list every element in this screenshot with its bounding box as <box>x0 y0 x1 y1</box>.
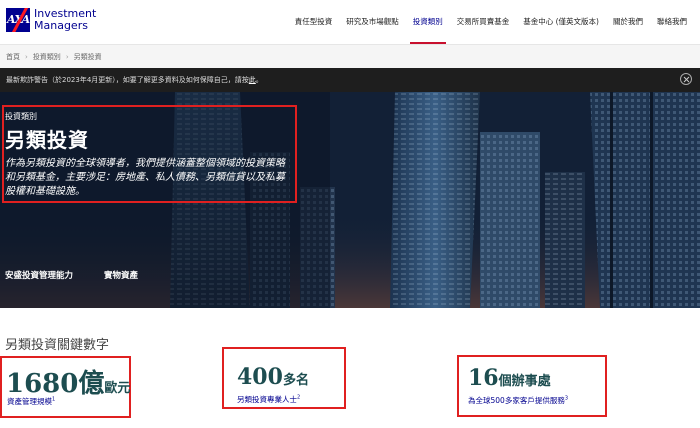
tab-real-assets[interactable]: 實物資產 <box>104 269 138 281</box>
stats-heading: 另類投資關鍵數字 <box>5 338 110 353</box>
tab-capabilities[interactable]: 安盛投資管理能力 <box>5 269 73 281</box>
stat-professionals-label-text: 另類投資專業人士 <box>237 395 297 404</box>
breadcrumb-separator-icon: › <box>65 52 69 61</box>
nav-fund-centre[interactable]: 基金中心 (僅英文版本) <box>516 0 606 44</box>
axa-im-logo[interactable]: AXA Investment Managers <box>6 8 96 32</box>
logo-line-2: Managers <box>34 19 88 32</box>
fraud-warning-text: 最新欺詐警告（於2023年4月更新），如要了解更多資料及如何保障自己，請按 <box>6 76 249 84</box>
breadcrumb-current: 另類投資 <box>73 52 102 61</box>
stat-aum-unit: 歐元 <box>104 381 131 396</box>
stat-offices-footnote[interactable]: 3 <box>565 396 568 402</box>
breadcrumb-home[interactable]: 首頁 <box>6 52 20 62</box>
page-title: 另類投資 <box>5 128 89 152</box>
nav-etf[interactable]: 交易所買賣基金 <box>450 0 517 44</box>
stat-professionals-unit: 多名 <box>282 373 309 388</box>
fraud-warning-end: 。 <box>255 76 263 84</box>
stat-offices-number: 16 <box>468 365 499 391</box>
stat-professionals-label: 另類投資專業人士2 <box>237 394 300 405</box>
stat-professionals-footnote[interactable]: 2 <box>297 395 300 401</box>
fraud-warning-bar: 最新欺詐警告（於2023年4月更新），如要了解更多資料及如何保障自己，請按此。 <box>0 68 700 92</box>
site-header: AXA Investment Managers 責任型投資 研究及市場觀點 投資… <box>0 0 700 44</box>
nav-investment-categories[interactable]: 投資類別 <box>406 0 450 44</box>
nav-responsible-investing[interactable]: 責任型投資 <box>288 0 340 44</box>
breadcrumb: 首頁 › 投資類別 › 另類投資 <box>0 44 700 68</box>
stat-aum-label-text: 資產管理規模 <box>7 397 52 406</box>
stat-offices-label: 為全球500多家客戶提供服務3 <box>468 395 568 406</box>
stat-aum-label: 資產管理規模1 <box>7 396 55 407</box>
hero-banner: 投資類別 另類投資 作為另類投資的全球領導者，我們提供涵蓋整個領域的投資策略和另… <box>0 92 700 308</box>
hero-description: 作為另類投資的全球領導者，我們提供涵蓋整個領域的投資策略和另類基金，主要涉足：房… <box>5 158 285 197</box>
fraud-warning-link[interactable]: 此 <box>249 75 256 85</box>
stat-offices-value: 16個辦事處 <box>468 365 551 391</box>
stat-professionals-number: 400 <box>237 364 283 390</box>
nav-contact-us[interactable]: 聯絡我們 <box>650 0 694 44</box>
axa-logo-icon: AXA <box>6 8 30 32</box>
close-icon[interactable] <box>680 73 692 85</box>
stat-offices-label-text: 為全球500多家客戶提供服務 <box>468 396 565 405</box>
main-nav: 責任型投資 研究及市場觀點 投資類別 交易所買賣基金 基金中心 (僅英文版本) … <box>288 0 694 44</box>
nav-research-insights[interactable]: 研究及市場觀點 <box>339 0 406 44</box>
stat-aum-value: 1680億歐元 <box>6 363 130 400</box>
logo-text: Investment Managers <box>34 8 96 32</box>
stat-aum-footnote[interactable]: 1 <box>52 397 55 403</box>
breadcrumb-investment-categories[interactable]: 投資類別 <box>33 52 61 62</box>
stat-aum-number: 1680億 <box>6 369 105 399</box>
breadcrumb-separator-icon: › <box>25 52 28 61</box>
stat-offices-unit: 個辦事處 <box>498 374 551 389</box>
hero-eyebrow: 投資類別 <box>5 112 37 121</box>
stat-professionals-value: 400多名 <box>237 364 309 390</box>
nav-about-us[interactable]: 關於我們 <box>606 0 650 44</box>
